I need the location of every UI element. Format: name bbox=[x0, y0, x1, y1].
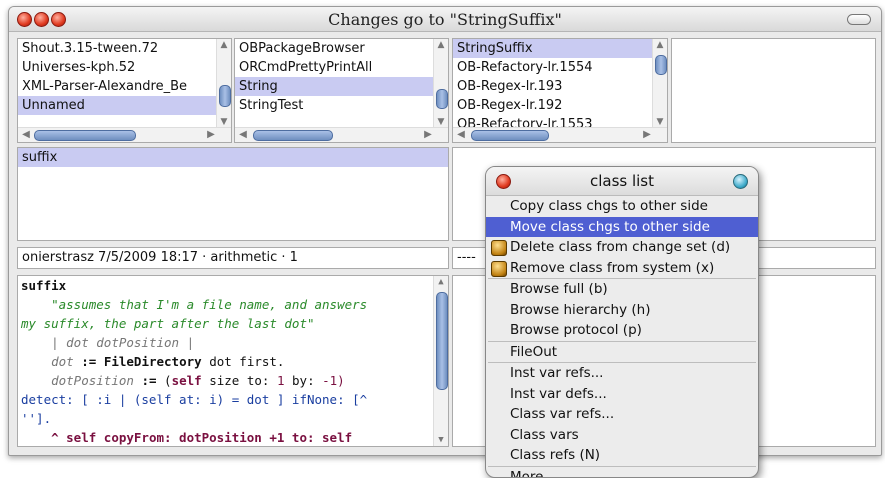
code-token: := bbox=[81, 354, 97, 369]
scroll-right-icon[interactable]: ▶ bbox=[641, 128, 653, 142]
list-item[interactable]: ORCmdPrettyPrintAll bbox=[235, 58, 448, 77]
list-item[interactable]: OB-Refactory-lr.1554 bbox=[453, 58, 667, 77]
scroll-right-icon[interactable]: ▶ bbox=[205, 128, 217, 142]
list-item[interactable]: StringSuffix bbox=[453, 39, 667, 58]
code-line: '']. bbox=[21, 411, 52, 426]
vertical-scrollbar[interactable]: ▲ ▼ bbox=[433, 276, 448, 446]
scroll-thumb[interactable] bbox=[471, 130, 549, 141]
close-icon[interactable] bbox=[496, 174, 511, 189]
code-token: self bbox=[171, 373, 202, 388]
menu-item-label: Delete class from change set (d) bbox=[510, 239, 731, 255]
code-token: 1 bbox=[276, 373, 285, 388]
vertical-scrollbar[interactable]: ▲ ▼ bbox=[216, 39, 231, 128]
code-token: by: bbox=[292, 373, 315, 388]
menu-title-bar: class list bbox=[486, 167, 758, 196]
list-item[interactable]: Unnamed bbox=[18, 96, 231, 115]
scroll-up-icon[interactable]: ▲ bbox=[434, 276, 448, 288]
package-list[interactable]: Shout.3.15-tween.72 Universes-kph.52 XML-P… bbox=[17, 38, 232, 143]
horizontal-scrollbar[interactable]: ◀ ▶ bbox=[453, 127, 667, 142]
window-title: Changes go to "StringSuffix" bbox=[328, 10, 562, 29]
menu-title: class list bbox=[589, 172, 655, 190]
code-pane-left[interactable]: suffix "assumes that I'm a file name, an… bbox=[17, 275, 449, 447]
scroll-thumb[interactable] bbox=[253, 130, 333, 141]
menu-item-browse-full[interactable]: Browse full (b) bbox=[486, 279, 758, 300]
code-token: dot bbox=[51, 354, 74, 369]
list-item[interactable]: OB-Regex-lr.193 bbox=[453, 77, 667, 96]
method-comment: my suffix, the part after the last dot" bbox=[21, 316, 315, 331]
code-token: size to: bbox=[209, 373, 270, 388]
menu-item-more[interactable]: More... bbox=[486, 467, 758, 478]
scroll-up-icon[interactable]: ▲ bbox=[653, 39, 667, 51]
menu-item-inst-var-refs[interactable]: Inst var refs... bbox=[486, 363, 758, 384]
list-item[interactable]: OBPackageBrowser bbox=[235, 39, 448, 58]
scroll-up-icon[interactable]: ▲ bbox=[434, 39, 448, 51]
list-item[interactable]: suffix bbox=[18, 148, 448, 167]
menu-item-browse-hierarchy[interactable]: Browse hierarchy (h) bbox=[486, 300, 758, 321]
collapse-icon[interactable] bbox=[847, 14, 871, 25]
code-token: ^ self copyFrom: dotPosition +1 to: self bbox=[51, 430, 353, 445]
menu-item-class-refs[interactable]: Class refs (N) bbox=[486, 445, 758, 466]
trash-icon bbox=[491, 260, 507, 277]
code-token: dotPosition bbox=[51, 373, 134, 388]
list-item[interactable]: Shout.3.15-tween.72 bbox=[18, 39, 231, 58]
vertical-scrollbar[interactable]: ▲ ▼ bbox=[433, 39, 448, 128]
menu-item-move-class-changes[interactable]: Move class chgs to other side bbox=[486, 216, 758, 237]
list-item[interactable]: StringTest bbox=[235, 96, 448, 115]
scroll-left-icon[interactable]: ◀ bbox=[237, 128, 249, 142]
menu-item-fileout[interactable]: FileOut bbox=[486, 342, 758, 363]
menu-item-inst-var-defs[interactable]: Inst var defs... bbox=[486, 384, 758, 405]
scroll-left-icon[interactable]: ◀ bbox=[455, 128, 467, 142]
scroll-thumb[interactable] bbox=[655, 55, 667, 75]
empty-list-pane[interactable] bbox=[671, 38, 876, 143]
horizontal-scrollbar[interactable]: ◀ ▶ bbox=[18, 127, 231, 142]
annotation-bar-left: onierstrasz 7/5/2009 18:17 · arithmetic … bbox=[17, 247, 449, 269]
scroll-left-icon[interactable]: ◀ bbox=[20, 128, 32, 142]
menu-item-remove-class[interactable]: Remove class from system (x) bbox=[486, 258, 758, 279]
scroll-up-icon[interactable]: ▲ bbox=[217, 39, 231, 51]
code-token: dot first. bbox=[209, 354, 285, 369]
menu-item-delete-class[interactable]: Delete class from change set (d) bbox=[486, 237, 758, 258]
menu-item-class-var-refs[interactable]: Class var refs... bbox=[486, 404, 758, 425]
list-item[interactable]: OB-Regex-lr.192 bbox=[453, 96, 667, 115]
code-token: := bbox=[141, 373, 157, 388]
method-selector: suffix bbox=[21, 278, 67, 293]
list-item[interactable]: XML-Parser-Alexandre_Be bbox=[18, 77, 231, 96]
menu-item-label: Remove class from system (x) bbox=[510, 259, 715, 276]
title-bar: Changes go to "StringSuffix" bbox=[9, 7, 881, 32]
list-item[interactable]: String bbox=[235, 77, 448, 96]
menu-item-copy-class-changes[interactable]: Copy class chgs to other side bbox=[486, 196, 758, 217]
temporaries: | dot dotPosition | bbox=[51, 335, 195, 350]
method-list[interactable]: suffix bbox=[17, 147, 449, 241]
pin-icon[interactable] bbox=[733, 174, 748, 189]
trash-icon bbox=[491, 240, 507, 256]
code-line: ^ self copyFrom: dotPosition +1 to: self bbox=[18, 428, 448, 446]
menu-item-class-vars[interactable]: Class vars bbox=[486, 425, 758, 446]
vertical-scrollbar[interactable]: ▲ ▼ bbox=[652, 39, 667, 128]
scroll-down-icon[interactable]: ▼ bbox=[434, 434, 448, 446]
code-token: FileDirectory bbox=[103, 354, 202, 369]
scroll-thumb[interactable] bbox=[219, 85, 231, 107]
scroll-thumb[interactable] bbox=[436, 89, 448, 109]
horizontal-scrollbar[interactable]: ◀ ▶ bbox=[235, 127, 448, 142]
class-list-right[interactable]: StringSuffix OB-Refactory-lr.1554 OB-Regex… bbox=[452, 38, 668, 143]
class-list-context-menu: class list Copy class chgs to other side… bbox=[485, 166, 759, 478]
code-line: detect: [ :i | (self at: i) = dot ] ifNo… bbox=[21, 392, 368, 407]
menu-item-browse-protocol[interactable]: Browse protocol (p) bbox=[486, 320, 758, 341]
scroll-thumb[interactable] bbox=[34, 130, 136, 141]
scroll-right-icon[interactable]: ▶ bbox=[422, 128, 434, 142]
method-comment: "assumes that I'm a file name, and answe… bbox=[51, 297, 368, 312]
class-list-left[interactable]: OBPackageBrowser ORCmdPrettyPrintAll Strin… bbox=[234, 38, 449, 143]
list-item[interactable]: Universes-kph.52 bbox=[18, 58, 231, 77]
code-token: -1) bbox=[322, 373, 345, 388]
scroll-thumb[interactable] bbox=[436, 292, 448, 390]
